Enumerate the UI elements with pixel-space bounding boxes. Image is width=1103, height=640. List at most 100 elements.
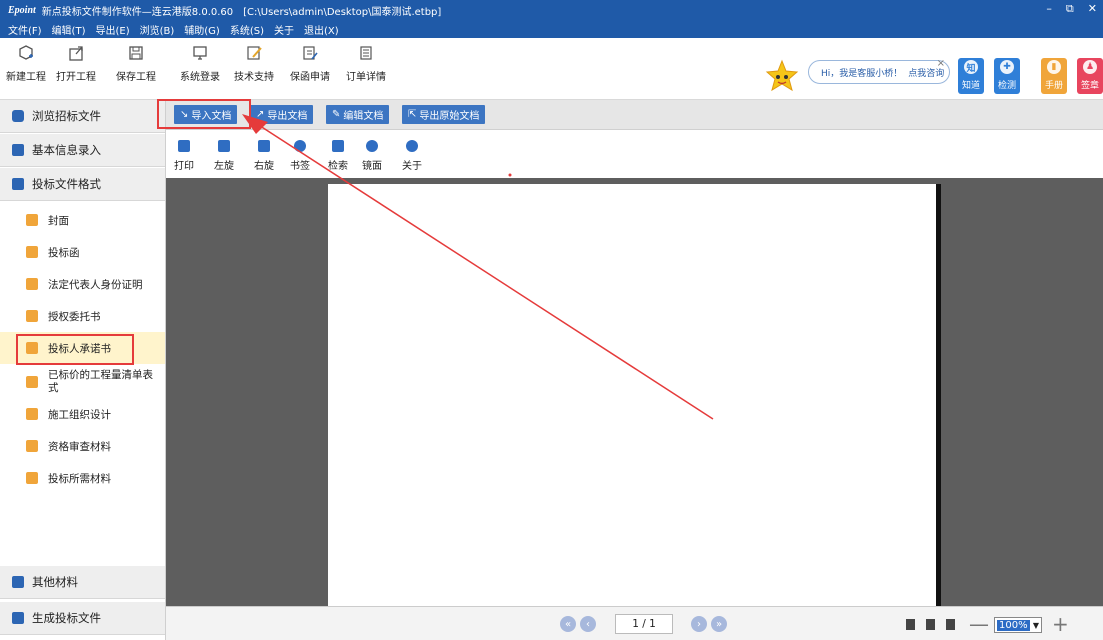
search-document-icon — [26, 408, 38, 420]
export-document-button[interactable]: ↗ 导出文档 — [250, 105, 314, 124]
zoom-icon — [366, 140, 378, 152]
mirror-button[interactable]: 镜面 — [362, 140, 382, 172]
section-basic-info[interactable]: 基本信息录入 — [0, 134, 165, 167]
tile-sign[interactable]: ♟ 签章 — [1077, 58, 1103, 94]
zoom-in-button[interactable]: + — [1052, 612, 1069, 636]
tile-check[interactable]: ✚ 检测 — [994, 58, 1020, 94]
sidebar-item-cover[interactable]: 封面 — [0, 204, 165, 236]
page-indicator[interactable]: 1 / 1 — [615, 614, 673, 634]
list-document-icon — [360, 46, 372, 60]
document-action-bar: ↘ 导入文档 ↗ 导出文档 ✎ 编辑文档 ⇱ 导出原始文档 — [166, 100, 1103, 130]
menu-exit[interactable]: 退出(X) — [304, 22, 339, 37]
rotate-right-button[interactable]: 右旋 — [254, 140, 274, 172]
rotate-right-icon — [258, 140, 270, 152]
sidebar-item-legal-rep[interactable]: 法定代表人身份证明 — [0, 268, 165, 300]
info-icon — [406, 140, 418, 152]
save-project-button[interactable]: 保存工程 — [116, 44, 156, 83]
section-other-materials[interactable]: 其他材料 — [0, 566, 165, 599]
viewer-toolbar: 打印 左旋 右旋 书签 检索 镜面 关于 — [166, 130, 1103, 178]
document-icon — [26, 376, 38, 388]
menu-export[interactable]: 导出(E) — [95, 22, 129, 37]
window-title: 新点投标文件制作软件—连云港版8.0.0.60 — [41, 6, 234, 18]
assistant-mascot-icon[interactable] — [762, 58, 802, 98]
print-button[interactable]: 打印 — [174, 140, 194, 172]
close-button[interactable]: ✕ — [1088, 2, 1097, 16]
tech-support-button[interactable]: 技术支持 — [234, 44, 274, 83]
generate-icon — [12, 612, 24, 624]
edit-document-button[interactable]: ✎ 编辑文档 — [326, 105, 390, 124]
eye-icon — [12, 110, 24, 122]
menu-browse[interactable]: 浏览(B) — [140, 22, 175, 37]
next-page-icon[interactable]: › — [691, 616, 707, 632]
document-icon — [26, 472, 38, 484]
bookmark-button[interactable]: 书签 — [290, 140, 310, 172]
document-icon — [26, 246, 38, 258]
print-icon — [178, 140, 190, 152]
menu-system[interactable]: 系统(S) — [230, 22, 264, 37]
sidebar-item-qualification[interactable]: 资格审查材料 — [0, 430, 165, 462]
tile-know[interactable]: 知 知道 — [958, 58, 984, 94]
section-browse-tender[interactable]: 浏览招标文件 — [0, 100, 165, 133]
sidebar-item-authorization[interactable]: 授权委托书 — [0, 300, 165, 332]
edit-icon — [12, 576, 24, 588]
about-button[interactable]: 关于 — [402, 140, 422, 172]
zoom-out-button[interactable]: — — [969, 612, 989, 636]
last-page-icon[interactable]: » — [711, 616, 727, 632]
sidebar-item-bill-of-quantities[interactable]: 已标价的工程量清单表式 — [0, 364, 165, 400]
open-project-icon — [69, 46, 83, 61]
check-icon: ✚ — [1000, 60, 1014, 74]
export-original-button[interactable]: ⇱ 导出原始文档 — [402, 105, 486, 124]
export-box-icon: ⇱ — [408, 109, 417, 120]
menu-about[interactable]: 关于 — [274, 22, 294, 37]
zoom-select[interactable]: 100% ▼ — [994, 617, 1042, 633]
minimize-button[interactable]: – — [1046, 2, 1052, 16]
assistant-bubble[interactable]: Hi，我是客服小桥！ 点我咨询 × — [808, 58, 950, 84]
left-sidebar: 浏览招标文件 基本信息录入 投标文件格式 封面 投标函 法定代表人身份证明 授权… — [0, 100, 166, 640]
menu-edit[interactable]: 编辑(T) — [52, 22, 86, 37]
rotate-left-button[interactable]: 左旋 — [214, 140, 234, 172]
highlight-import-button — [157, 99, 251, 129]
pager-bar: « ‹ 1 / 1 › » — 100% ▼ + — [166, 606, 1103, 640]
sign-icon: ♟ — [1083, 60, 1097, 74]
title-bar: Epoint 新点投标文件制作软件—连云港版8.0.0.60 [C:\Users… — [0, 0, 1103, 20]
section-bid-format[interactable]: 投标文件格式 — [0, 168, 165, 201]
export-icon: ↗ — [256, 109, 265, 120]
monitor-icon — [193, 46, 207, 60]
bubble-close-icon[interactable]: × — [937, 58, 945, 69]
app-brand: Epoint — [8, 4, 36, 16]
open-project-button[interactable]: 打开工程 — [56, 44, 96, 83]
sidebar-item-construction-design[interactable]: 施工组织设计 — [0, 398, 165, 430]
section-generate-bid[interactable]: 生成投标文件 — [0, 602, 165, 635]
menu-assist[interactable]: 辅助(G) — [184, 22, 220, 37]
save-icon — [129, 46, 143, 60]
first-page-icon[interactable]: « — [560, 616, 576, 632]
new-project-button[interactable]: 新建工程 — [6, 44, 46, 83]
bookmark-icon — [294, 140, 306, 152]
menu-file[interactable]: 文件(F) — [8, 22, 42, 37]
system-login-button[interactable]: 系统登录 — [180, 44, 220, 83]
pencil-note-icon — [247, 46, 262, 60]
single-page-icon[interactable] — [906, 619, 915, 630]
fit-page-icon[interactable] — [946, 619, 955, 630]
assistant-greeting: Hi，我是客服小桥！ — [821, 68, 903, 79]
document-edit-icon — [303, 46, 318, 60]
highlight-commitment-item — [16, 334, 134, 365]
double-page-icon[interactable] — [926, 619, 935, 630]
document-viewer[interactable] — [166, 178, 1103, 606]
sidebar-item-bid-letter[interactable]: 投标函 — [0, 236, 165, 268]
menu-bar: 文件(F) 编辑(T) 导出(E) 浏览(B) 辅助(G) 系统(S) 关于 退… — [0, 20, 1103, 38]
guarantee-apply-button[interactable]: 保函申请 — [290, 44, 330, 83]
tile-manual[interactable]: ▮ 手册 — [1041, 58, 1067, 94]
restore-button[interactable]: ⧉ — [1066, 2, 1074, 16]
file-path: [C:\Users\admin\Desktop\国泰测试.etbp] — [243, 6, 442, 18]
document-icon — [26, 278, 38, 290]
search-button[interactable]: 检索 — [328, 140, 348, 172]
manual-icon: ▮ — [1047, 60, 1061, 74]
edit-icon — [12, 144, 24, 156]
search-icon — [332, 140, 344, 152]
prev-page-icon[interactable]: ‹ — [580, 616, 596, 632]
sidebar-item-required-materials[interactable]: 投标所需材料 — [0, 462, 165, 494]
rotate-left-icon — [218, 140, 230, 152]
document-page — [328, 184, 941, 606]
order-details-button[interactable]: 订单详情 — [346, 44, 386, 83]
